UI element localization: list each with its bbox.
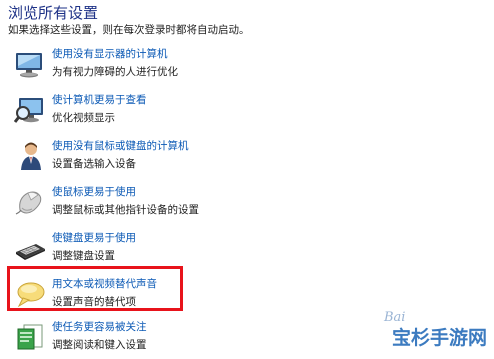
setting-item-focus-tasks: 使任务更容易被关注 调整阅读和键入设置	[10, 319, 340, 359]
setting-desc-no-mouse-keyboard: 设置备选输入设备	[52, 158, 136, 170]
setting-item-mouse: 使鼠标更易于使用 调整鼠标或其他指针设备的设置	[10, 184, 340, 224]
setting-desc-easier-view: 优化视频显示	[52, 112, 115, 124]
page-title: 浏览所有设置	[8, 4, 99, 22]
mouse-icon	[15, 191, 42, 215]
setting-link-focus-tasks[interactable]: 使任务更容易被关注	[52, 319, 147, 334]
setting-desc-no-display: 为有视力障碍的人进行优化	[52, 66, 178, 78]
setting-item-no-display: 使用没有显示器的计算机 为有视力障碍的人进行优化	[10, 46, 340, 86]
setting-item-easier-view: 使计算机更易于查看 优化视频显示	[10, 92, 340, 132]
setting-item-keyboard: 使键盘更易于使用 调整键盘设置	[10, 230, 340, 270]
setting-link-no-display[interactable]: 使用没有显示器的计算机	[52, 46, 168, 61]
setting-link-easier-view[interactable]: 使计算机更易于查看	[52, 92, 147, 107]
setting-link-keyboard[interactable]: 使键盘更易于使用	[52, 230, 136, 245]
setting-desc-focus-tasks: 调整阅读和键入设置	[52, 339, 147, 351]
magnify-monitor-icon	[14, 98, 43, 123]
person-icon	[21, 142, 41, 170]
keyboard-icon	[16, 244, 45, 260]
watermark: Bai 宝杉手游网	[380, 310, 492, 352]
setting-item-no-mouse-keyboard: 使用没有鼠标或键盘的计算机 设置备选输入设备	[10, 138, 340, 178]
watermark-text: 宝杉手游网	[392, 327, 488, 349]
setting-link-mouse[interactable]: 使鼠标更易于使用	[52, 184, 136, 199]
setting-desc-keyboard: 调整键盘设置	[52, 250, 115, 262]
page-description: 如果选择这些设置，则在每次登录时都将自动启动。	[8, 24, 250, 36]
setting-desc-mouse: 调整鼠标或其他指针设备的设置	[52, 204, 199, 216]
setting-link-no-mouse-keyboard[interactable]: 使用没有鼠标或键盘的计算机	[52, 138, 189, 153]
highlight-box	[7, 266, 183, 311]
focus-tasks-icon	[17, 324, 43, 350]
monitor-icon	[16, 53, 42, 78]
